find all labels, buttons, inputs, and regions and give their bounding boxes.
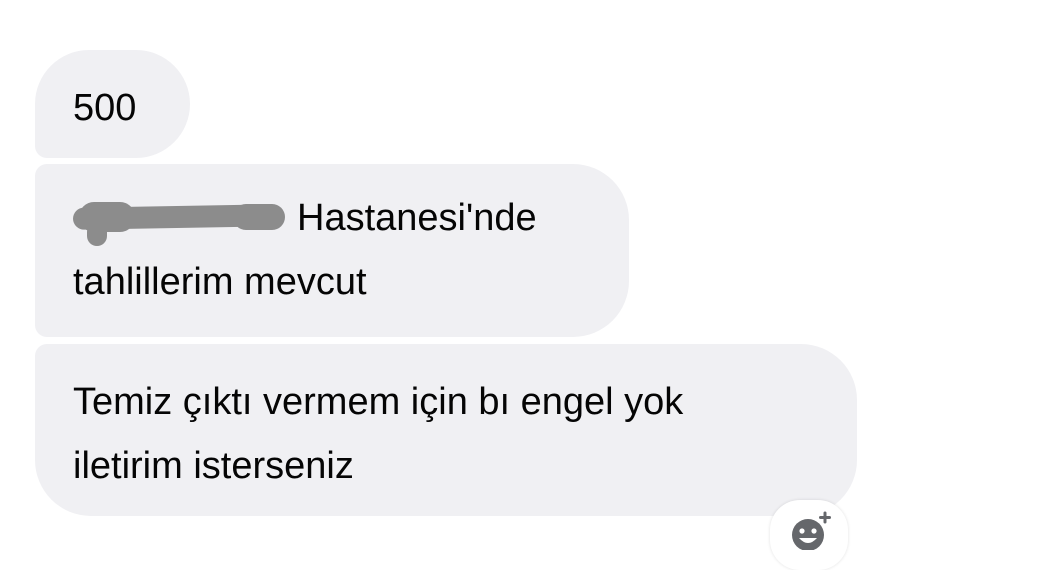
message-bubble[interactable]: Temiz çıktı vermem için bı engel yok ile… <box>35 344 857 516</box>
message-text: Hastanesi'nde <box>297 197 537 239</box>
add-reaction-button[interactable] <box>770 500 848 570</box>
message-text: tahlillerim mevcut <box>73 261 367 303</box>
message-text: iletirim isterseniz <box>73 445 354 487</box>
message-text: 500 <box>73 87 137 129</box>
message-text: Temiz çıktı vermem için bı engel yok <box>73 381 684 423</box>
redaction-scribble <box>72 202 285 246</box>
message-line: Hastanesi'nde <box>72 186 629 250</box>
message-bubble[interactable]: Hastanesi'nde tahlillerim mevcut <box>35 164 629 337</box>
add-reaction-icon <box>792 511 831 550</box>
message-bubble[interactable]: 500 <box>35 50 190 158</box>
